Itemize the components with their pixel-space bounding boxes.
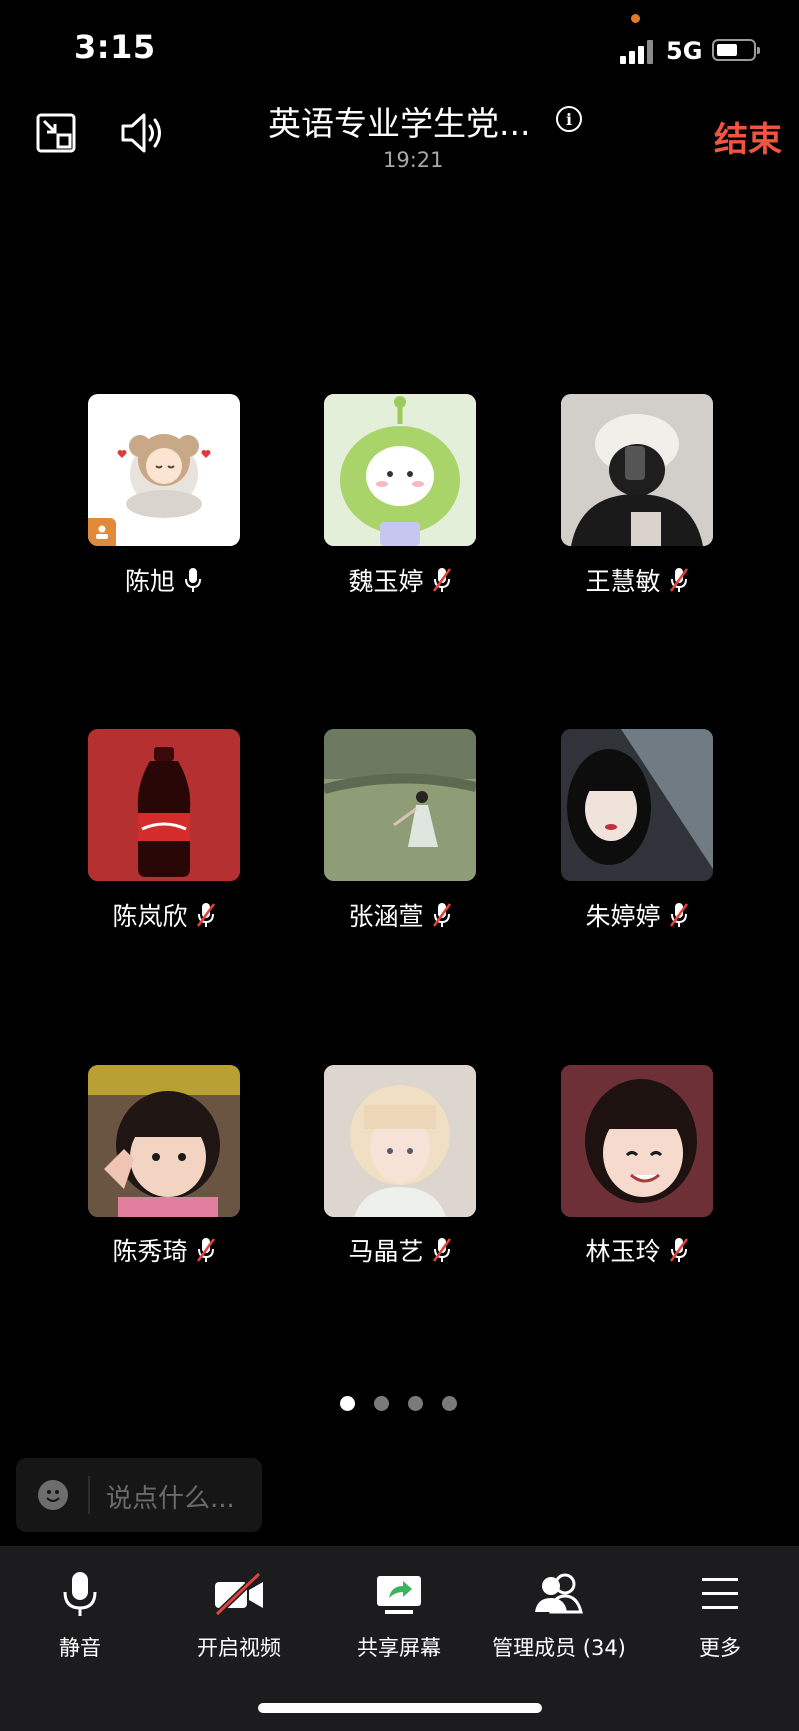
privacy-indicator-dot — [631, 14, 640, 23]
mic-muted-icon — [432, 1238, 451, 1262]
share-screen-label: 共享屏幕 — [357, 1636, 441, 1660]
participant-label: 张涵萱 — [282, 897, 518, 933]
status-time: 3:15 — [74, 28, 156, 66]
participant-avatar[interactable] — [324, 729, 476, 881]
emoji-icon[interactable] — [38, 1480, 68, 1510]
participant-label: 陈岚欣 — [46, 897, 282, 933]
participant-avatar[interactable] — [88, 729, 240, 881]
mic-muted-icon — [432, 903, 451, 927]
share-screen-button[interactable]: 共享屏幕 — [346, 1546, 452, 1666]
mic-muted-icon — [196, 903, 215, 927]
end-meeting-button[interactable]: 结束 — [714, 112, 782, 161]
participant-avatar[interactable] — [561, 1065, 713, 1217]
start-video-label: 开启视频 — [197, 1636, 281, 1660]
speaker-icon — [121, 113, 161, 153]
participant-name: 陈秀琦 — [112, 1237, 188, 1266]
page-indicator[interactable] — [340, 1396, 457, 1411]
menu-icon — [702, 1578, 738, 1609]
participant-name: 陈旭 — [124, 567, 175, 596]
mic-muted-icon — [669, 568, 688, 592]
participant-label: 陈秀琦 — [46, 1232, 282, 1268]
meeting-timer: 19:21 — [383, 148, 444, 172]
participant-name: 林玉玲 — [585, 1237, 661, 1266]
minimize-window-button[interactable] — [34, 111, 78, 155]
members-icon — [535, 1573, 583, 1614]
info-icon[interactable]: i — [556, 106, 582, 132]
minimize-icon — [36, 113, 76, 153]
participant-name: 陈岚欣 — [112, 902, 188, 931]
share-screen-icon — [377, 1576, 421, 1614]
mic-muted-icon — [669, 903, 688, 927]
participant-name: 张涵萱 — [348, 902, 424, 931]
participant-label: 王慧敏 — [519, 562, 755, 598]
participant-label: 林玉玲 — [519, 1232, 755, 1268]
participant-label: 朱婷婷 — [519, 897, 755, 933]
mic-muted-icon — [432, 568, 451, 592]
page-dot[interactable] — [374, 1396, 389, 1411]
chat-divider — [88, 1476, 90, 1514]
chat-placeholder: 说点什么... — [106, 1484, 235, 1514]
meeting-screen: 3:15 5G 英语专业学生党... i 19:21 结束 陈旭 魏玉婷 王慧敏… — [0, 0, 799, 1731]
manage-members-label: 管理成员 (34) — [492, 1636, 626, 1660]
manage-members-button[interactable]: 管理成员 (34) — [490, 1546, 628, 1666]
network-type: 5G — [666, 37, 703, 65]
mic-muted-icon — [669, 1238, 688, 1262]
video-off-icon — [214, 1572, 263, 1616]
meeting-title[interactable]: 英语专业学生党... — [268, 97, 530, 145]
mic-on-icon — [185, 568, 201, 592]
participant-label: 马晶艺 — [282, 1232, 518, 1268]
microphone-icon — [63, 1572, 97, 1616]
home-indicator[interactable] — [258, 1703, 542, 1713]
participant-label: 魏玉婷 — [282, 562, 518, 598]
participant-avatar[interactable] — [561, 729, 713, 881]
chat-input[interactable]: 说点什么... — [16, 1458, 262, 1532]
page-dot[interactable] — [442, 1396, 457, 1411]
participant-avatar[interactable] — [88, 1065, 240, 1217]
participant-avatar[interactable] — [324, 394, 476, 546]
participant-avatar[interactable] — [324, 1065, 476, 1217]
participant-name: 马晶艺 — [348, 1237, 424, 1266]
start-video-button[interactable]: 开启视频 — [186, 1546, 292, 1666]
participant-name: 魏玉婷 — [348, 567, 424, 596]
page-dot[interactable] — [340, 1396, 355, 1411]
page-dot[interactable] — [408, 1396, 423, 1411]
battery-icon — [712, 39, 760, 61]
mute-label: 静音 — [59, 1636, 101, 1660]
mute-button[interactable]: 静音 — [40, 1546, 120, 1666]
mic-muted-icon — [196, 1238, 215, 1262]
participant-avatar[interactable] — [561, 394, 713, 546]
participant-avatar[interactable] — [88, 394, 240, 546]
more-label: 更多 — [699, 1636, 741, 1660]
participant-label: 陈旭 — [46, 562, 282, 598]
speaker-button[interactable] — [118, 108, 168, 158]
host-badge-icon — [88, 518, 116, 546]
participant-name: 朱婷婷 — [585, 902, 661, 931]
more-button[interactable]: 更多 — [680, 1546, 760, 1666]
participant-name: 王慧敏 — [585, 567, 661, 596]
signal-icon — [620, 40, 656, 64]
